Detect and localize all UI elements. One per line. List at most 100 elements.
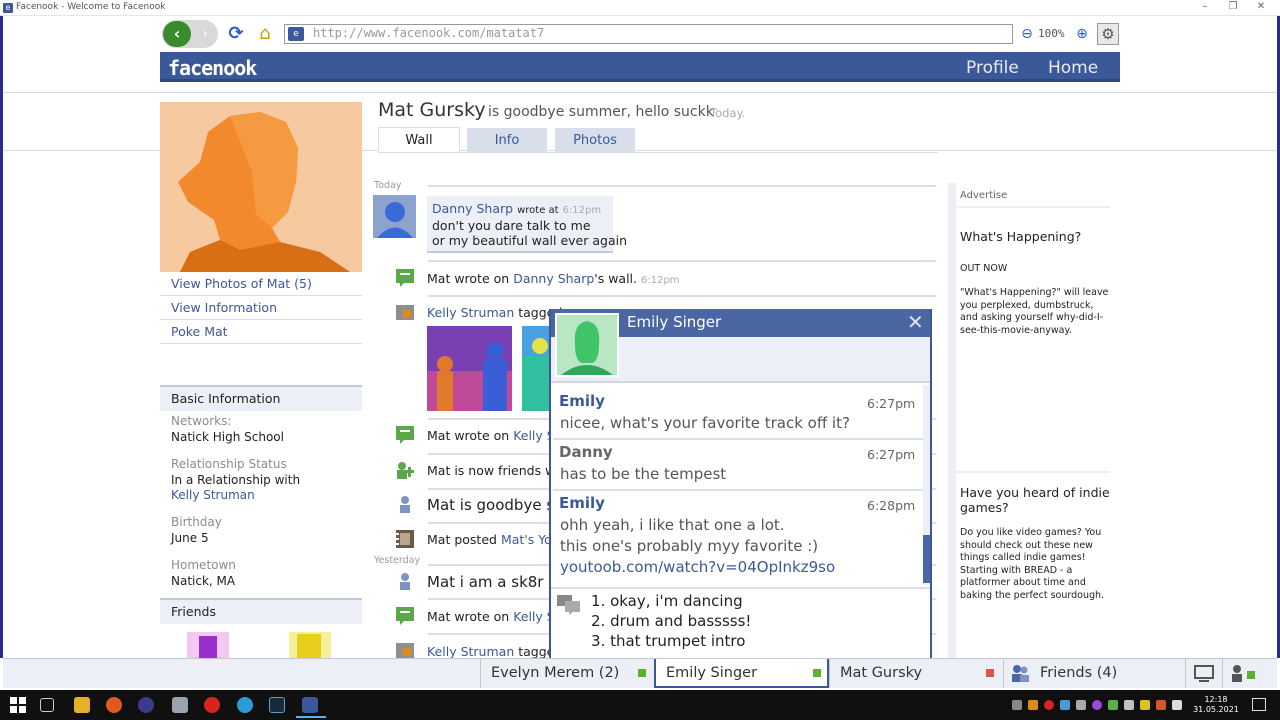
tab-photos[interactable]: Photos [555, 128, 635, 152]
poke-link[interactable]: Poke Mat [160, 320, 362, 344]
wall-post-icon [395, 606, 415, 626]
minimize-icon[interactable]: – [1198, 1, 1212, 12]
chat-message-author: Danny [559, 443, 613, 461]
facenook-browser-icon[interactable] [302, 697, 318, 713]
edge-icon[interactable] [237, 697, 253, 713]
steam-icon[interactable] [269, 697, 285, 713]
chat-scrollbar-thumb[interactable] [923, 535, 930, 583]
chat-message-text: has to be the tempest [560, 465, 727, 483]
profile-picture[interactable] [160, 102, 362, 272]
nav-home[interactable]: Home [1048, 58, 1098, 78]
chat-tab-mat[interactable]: Mat Gursky [829, 659, 1003, 688]
chat-draft-line: 2. drum and basssss! [591, 612, 752, 630]
profile-name: Mat Gursky [378, 99, 486, 121]
volume-icon[interactable] [1172, 700, 1182, 710]
tray-icon[interactable] [1060, 700, 1070, 710]
clock-date: 31.05.2021 [1193, 705, 1239, 714]
taskbar-clock[interactable]: 12:18 31.05.2021 [1192, 695, 1240, 715]
chat-message-time: 6:27pm [867, 396, 916, 411]
advertise-label[interactable]: Advertise [960, 190, 1007, 201]
tray-icon[interactable] [1092, 700, 1102, 710]
close-window-icon[interactable]: ✕ [1254, 1, 1268, 12]
friend-thumbnail[interactable] [187, 632, 229, 658]
tray-icon[interactable] [1028, 700, 1038, 710]
online-status-dot [638, 669, 646, 677]
author-avatar[interactable] [373, 195, 416, 238]
feed-item-text: Mat wrote on [427, 428, 510, 443]
tray-icon[interactable] [1124, 700, 1134, 710]
site-logo[interactable]: facenook [168, 56, 257, 80]
app-icon: e [3, 3, 13, 13]
chat-message-link[interactable]: youtoob.com/watch?v=04OpInkz9so [560, 558, 835, 576]
feed-item-text: Mat posted [427, 532, 497, 547]
tray-icon[interactable] [1140, 700, 1150, 710]
feed-item-link[interactable]: Kelly Struman [427, 644, 514, 659]
tray-icon[interactable] [1044, 700, 1054, 710]
tab-info[interactable]: Info [467, 128, 547, 152]
zoom-level: 100% [1038, 27, 1065, 40]
ad2-title[interactable]: Have you heard of indie games? [960, 485, 1110, 515]
address-bar[interactable]: e http://www.facenook.com/matatat7 [284, 24, 1013, 44]
chat-tab-label: Mat Gursky [840, 665, 923, 681]
wall-post-icon [395, 425, 415, 445]
friend-thumbnail[interactable] [289, 632, 331, 658]
firefox-icon[interactable] [106, 697, 122, 713]
view-photos-link[interactable]: View Photos of Mat (5) [160, 272, 362, 296]
forward-arrow-icon[interactable]: › [193, 21, 217, 47]
windows-start-icon[interactable] [10, 697, 26, 713]
post-line-2: or my beautiful wall ever again [432, 233, 628, 248]
feed-item-tagged: Kelly Struman tagged [427, 305, 562, 320]
chat-message-time: 6:27pm [867, 447, 916, 462]
zoom-out-icon[interactable]: ⊖ [1018, 25, 1036, 43]
task-view-icon[interactable] [40, 698, 54, 712]
zoom-in-icon[interactable]: ⊕ [1073, 25, 1091, 43]
wall-post: Danny Sharp wrote at 6:12pm don't you da… [427, 196, 627, 253]
post-time: 6:12pm [562, 205, 602, 216]
gear-icon[interactable]: ⚙ [1097, 23, 1119, 45]
feed-item-wrote-2: Mat wrote on Kelly St [427, 428, 560, 443]
site-icon: e [288, 27, 304, 41]
tray-icon[interactable] [1156, 700, 1166, 710]
tray-icon[interactable] [1108, 700, 1118, 710]
online-status-toggle[interactable] [1222, 659, 1262, 688]
tagged-photo[interactable] [522, 326, 550, 411]
restore-icon[interactable]: ❐ [1226, 1, 1240, 12]
tray-icon[interactable] [1012, 700, 1022, 710]
view-information-link[interactable]: View Information [160, 296, 362, 320]
tray-icon[interactable] [1076, 700, 1086, 710]
active-app-indicator [296, 716, 326, 718]
ad1-title[interactable]: What's Happening? [960, 229, 1081, 244]
chat-tab-emily[interactable]: Emily Singer [654, 659, 829, 688]
close-icon[interactable]: ✕ [907, 311, 924, 333]
tagged-photo[interactable] [427, 326, 512, 411]
feed-item-wrote-3: Mat wrote on Kelly St [427, 609, 560, 624]
away-status-dot [986, 669, 994, 677]
opera-icon[interactable] [204, 697, 220, 713]
feed-item-link[interactable]: Danny Sharp [513, 271, 594, 286]
chat-tab-label: Emily Singer [666, 665, 758, 681]
window-titlebar: e Facenook - Welcome to Facenook – ❐ ✕ [0, 0, 1280, 16]
post-wrote-at: wrote at [517, 205, 559, 216]
back-arrow-icon[interactable]: ‹ [163, 21, 191, 47]
file-explorer-icon[interactable] [74, 697, 90, 713]
ad-divider [955, 206, 1110, 208]
networks-value: Natick High School [171, 430, 284, 444]
app-icon[interactable] [172, 697, 188, 713]
refresh-icon[interactable]: ⟳ [226, 24, 246, 44]
chat-draft-line: 1. okay, i'm dancing [591, 592, 743, 610]
friends-online-button[interactable]: Friends (4) [1003, 659, 1185, 688]
chat-avatar[interactable] [555, 313, 619, 377]
feed-item-link[interactable]: Kelly Struman [427, 305, 514, 320]
chat-options-button[interactable] [1185, 659, 1221, 688]
media-player-icon[interactable] [138, 697, 154, 713]
chat-tab-evelyn[interactable]: Evelyn Merem (2) [480, 659, 654, 688]
relationship-partner-link[interactable]: Kelly Struman [171, 488, 255, 502]
tab-wall[interactable]: Wall [378, 127, 460, 153]
chat-divider [553, 489, 923, 491]
home-icon[interactable]: ⌂ [255, 24, 275, 44]
notifications-icon[interactable] [1252, 698, 1266, 711]
feed-item-text: Mat wrote on [427, 271, 510, 286]
post-author-link[interactable]: Danny Sharp [432, 201, 513, 216]
nav-profile[interactable]: Profile [966, 58, 1019, 78]
feed-item-wrote: Mat wrote on Danny Sharp's wall. 6:12pm [427, 271, 680, 286]
